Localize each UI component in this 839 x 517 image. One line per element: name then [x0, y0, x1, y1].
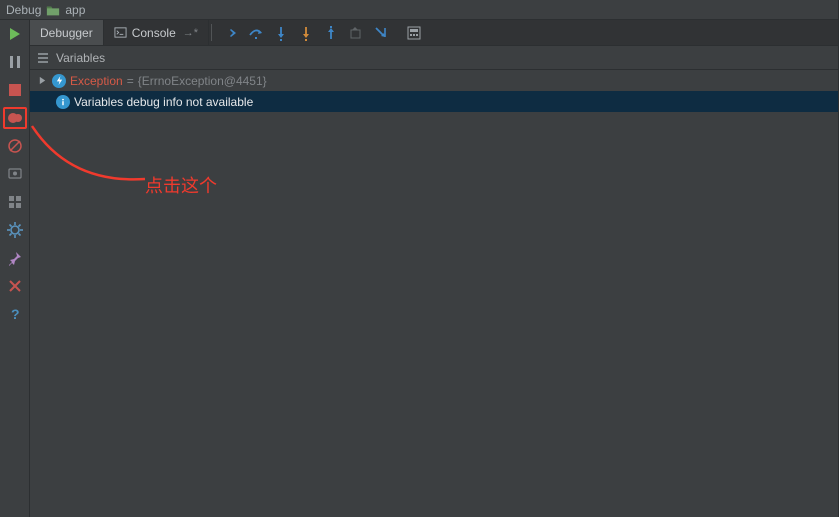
variables-info-text: Variables debug info not available [74, 95, 253, 109]
tab-debugger[interactable]: Debugger [30, 20, 104, 45]
thread-dump-button[interactable] [3, 163, 27, 185]
run-to-cursor-button[interactable] [370, 22, 392, 44]
step-into-button[interactable] [270, 22, 292, 44]
force-step-into-button[interactable] [295, 22, 317, 44]
attach-pin-icon: →* [183, 27, 198, 39]
show-exec-button[interactable] [220, 22, 242, 44]
stop-button[interactable] [3, 79, 27, 101]
exception-eq: = [127, 74, 134, 88]
sidebar: ? [0, 20, 30, 517]
tab-separator [211, 24, 212, 41]
mute-breakpoints-button[interactable] [3, 135, 27, 157]
variables-row-exception[interactable]: Exception = {ErrnoException@4451} [30, 70, 838, 91]
settings-button[interactable] [3, 219, 27, 241]
step-out-button[interactable] [320, 22, 342, 44]
restore-layout-button[interactable] [3, 191, 27, 213]
titlebar-app: app [65, 3, 85, 17]
exception-value: {ErrnoException@4451} [138, 74, 267, 88]
tab-console[interactable]: Console →* [104, 20, 209, 45]
tab-row: Debugger Console →* [30, 20, 838, 46]
info-icon [56, 95, 70, 109]
evaluate-button[interactable] [403, 22, 425, 44]
help-button[interactable]: ? [3, 303, 27, 325]
pin-button[interactable] [3, 247, 27, 269]
resume-button[interactable] [3, 23, 27, 45]
variables-icon [36, 51, 50, 65]
tab-console-label: Console [132, 26, 176, 40]
exception-name: Exception [70, 74, 123, 88]
main-area: ? Debugger Console →* [0, 20, 838, 517]
expand-arrow-icon[interactable] [38, 76, 48, 86]
pause-button[interactable] [3, 51, 27, 73]
variables-header: Variables [30, 46, 838, 70]
content-column: Debugger Console →* [30, 20, 838, 517]
variables-row-info[interactable]: Variables debug info not available [30, 91, 838, 112]
console-icon [114, 26, 127, 39]
debug-toolbar [214, 20, 425, 45]
variables-panel: Exception = {ErrnoException@4451} Variab… [30, 70, 838, 517]
variables-label: Variables [56, 51, 105, 65]
close-button[interactable] [3, 275, 27, 297]
view-breakpoints-button[interactable] [3, 107, 27, 129]
folder-icon [46, 4, 60, 16]
svg-text:?: ? [11, 306, 20, 322]
titlebar-label: Debug [6, 3, 41, 17]
step-over-button[interactable] [245, 22, 267, 44]
tab-debugger-label: Debugger [40, 26, 93, 40]
titlebar: Debug app [0, 0, 838, 20]
lightning-icon [52, 74, 66, 88]
drop-frame-button[interactable] [345, 22, 367, 44]
